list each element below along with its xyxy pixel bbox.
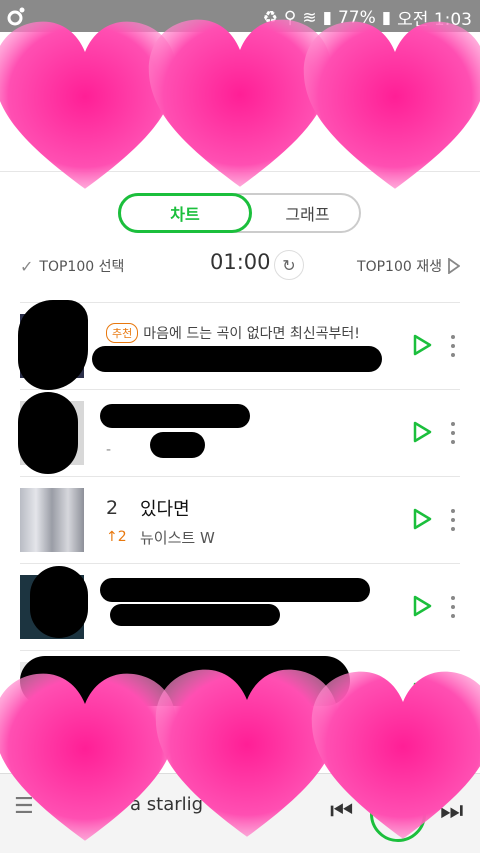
album-art bbox=[20, 488, 84, 552]
rank-change: - bbox=[106, 442, 112, 458]
more-icon[interactable] bbox=[450, 509, 456, 531]
chart-controls: ✓ TOP100 선택 01:00 ↻ TOP100 재생 bbox=[20, 250, 460, 280]
chart-time: 01:00 bbox=[210, 250, 271, 274]
redaction-mark bbox=[18, 300, 88, 390]
more-icon[interactable] bbox=[450, 335, 456, 357]
heart-sticker bbox=[303, 21, 480, 189]
top100-play-button[interactable]: TOP100 재생 bbox=[357, 256, 460, 276]
rank-change: ↑2 bbox=[106, 529, 127, 545]
song-title: 있다면 bbox=[140, 499, 190, 520]
play-icon[interactable] bbox=[412, 334, 432, 356]
recommend-badge: 추천 bbox=[106, 323, 139, 343]
list-item[interactable]: - bbox=[20, 390, 460, 477]
list-item[interactable]: 2 ↑2 있다면 뉴이스트 W bbox=[20, 477, 460, 564]
redaction-mark bbox=[100, 578, 370, 602]
redaction-mark bbox=[110, 604, 280, 626]
top100-play-label: TOP100 재생 bbox=[357, 259, 442, 275]
redaction-mark bbox=[92, 346, 382, 372]
play-icon[interactable] bbox=[412, 595, 432, 617]
recommend-text: 마음에 드는 곡이 없다면 최신곡부터! bbox=[143, 326, 360, 342]
artist-name: 뉴이스트 W bbox=[140, 529, 215, 547]
top100-select-button[interactable]: ✓ TOP100 선택 bbox=[20, 256, 124, 276]
more-icon[interactable] bbox=[450, 422, 456, 444]
redaction-mark bbox=[150, 432, 205, 458]
heart-sticker bbox=[311, 671, 480, 839]
top100-select-label: TOP100 선택 bbox=[39, 259, 125, 275]
refresh-icon: ↻ bbox=[282, 255, 296, 275]
refresh-button[interactable]: ↻ bbox=[274, 250, 304, 280]
play-outline-icon bbox=[448, 258, 460, 274]
checkmark-icon: ✓ bbox=[20, 256, 34, 276]
play-icon[interactable] bbox=[412, 508, 432, 530]
rank-number: 2 bbox=[106, 497, 119, 519]
play-icon[interactable] bbox=[412, 421, 432, 443]
redaction-mark bbox=[30, 566, 88, 638]
recommend-line: 추천 마음에 드는 곡이 없다면 최신곡부터! bbox=[106, 323, 360, 343]
more-icon[interactable] bbox=[450, 596, 456, 618]
redaction-mark bbox=[18, 392, 78, 474]
redaction-mark bbox=[100, 404, 250, 428]
